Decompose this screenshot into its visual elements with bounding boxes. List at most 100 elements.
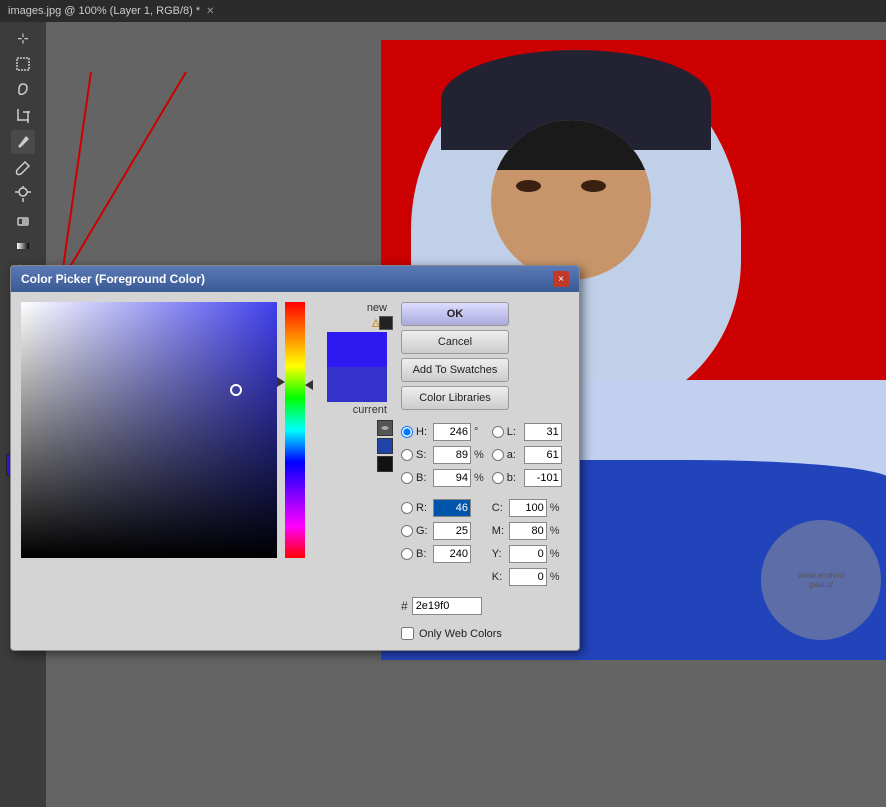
ok-button[interactable]: OK <box>401 302 509 326</box>
b-lab-row: b: <box>492 468 562 488</box>
hsb-rgb-column: H: ° S: % <box>401 422 484 587</box>
m-row: M: % <box>492 521 562 541</box>
y-unit: % <box>550 548 560 560</box>
l-input[interactable] <box>524 423 562 441</box>
m-label: M: <box>492 525 506 537</box>
new-color-swatch[interactable] <box>327 332 387 367</box>
brightness-row: B: % <box>401 468 484 488</box>
saturation-unit: % <box>474 449 484 461</box>
red-radio[interactable] <box>401 502 413 514</box>
saturation-row: S: % <box>401 445 484 465</box>
web-colors-row: Only Web Colors <box>401 627 562 640</box>
a-radio[interactable] <box>492 449 504 461</box>
y-input[interactable] <box>509 545 547 563</box>
green-radio[interactable] <box>401 525 413 537</box>
red-row: R: <box>401 498 484 518</box>
hue-label: H: <box>416 426 430 438</box>
saturation-label: S: <box>416 449 430 461</box>
svg-text:!: ! <box>375 321 376 326</box>
red-label: R: <box>416 502 430 514</box>
web-colors-checkbox[interactable] <box>401 627 414 640</box>
crop-tool[interactable] <box>11 104 35 128</box>
c-label: C: <box>492 502 506 514</box>
canvas-overlay-svg <box>46 22 416 302</box>
color-picker-dialog: Color Picker (Foreground Color) × new <box>10 265 580 651</box>
hue-radio[interactable] <box>401 426 413 438</box>
hue-input[interactable] <box>433 423 471 441</box>
color-preview-section: new ! current <box>313 302 393 640</box>
lab-cmyk-column: L: a: b: <box>492 422 562 587</box>
a-row: a: <box>492 445 562 465</box>
red-input[interactable] <box>433 499 471 517</box>
b-lab-label: b: <box>507 472 521 484</box>
m-input[interactable] <box>509 522 547 540</box>
c-unit: % <box>550 502 560 514</box>
dialog-body: new ! current <box>11 292 579 650</box>
color-gradient-picker[interactable] <box>21 302 277 640</box>
new-color-label: new <box>367 302 387 314</box>
hex-input[interactable] <box>412 597 482 615</box>
hue-slider[interactable] <box>285 302 305 558</box>
warning-icon: ! <box>369 319 377 327</box>
window-title: images.jpg @ 100% (Layer 1, RGB/8) * <box>8 5 200 17</box>
blue-label: B: <box>416 548 430 560</box>
a-input[interactable] <box>524 446 562 464</box>
k-input[interactable] <box>509 568 547 586</box>
color-libraries-button[interactable]: Color Libraries <box>401 386 509 410</box>
current-color-swatch[interactable] <box>327 367 387 402</box>
saturation-radio[interactable] <box>401 449 413 461</box>
c-input[interactable] <box>509 499 547 517</box>
color-mode-icon-1[interactable] <box>377 420 393 436</box>
hue-right-arrow <box>305 380 313 390</box>
hue-unit: ° <box>474 426 478 438</box>
blue-row: B: <box>401 544 484 564</box>
b-lab-input[interactable] <box>524 469 562 487</box>
brightness-label: B: <box>416 472 430 484</box>
hex-label: # <box>401 599 408 613</box>
inputs-section: H: ° S: % <box>401 422 562 587</box>
brightness-unit: % <box>474 472 484 484</box>
cancel-button[interactable]: Cancel <box>401 330 509 354</box>
action-buttons: OK Cancel Add To Swatches Color Librarie… <box>401 302 562 410</box>
k-label: K: <box>492 571 506 583</box>
add-to-swatches-button[interactable]: Add To Swatches <box>401 358 509 382</box>
gradient-tool[interactable] <box>11 234 35 258</box>
l-radio[interactable] <box>492 426 504 438</box>
y-row: Y: % <box>492 544 562 564</box>
color-picker-cursor <box>230 384 242 396</box>
green-row: G: <box>401 521 484 541</box>
k-unit: % <box>550 571 560 583</box>
move-tool[interactable]: ⊹ <box>11 26 35 50</box>
right-panel: OK Cancel Add To Swatches Color Librarie… <box>401 302 562 640</box>
b-lab-radio[interactable] <box>492 472 504 484</box>
brightness-radio[interactable] <box>401 472 413 484</box>
tab-close-button[interactable]: ✕ <box>206 6 214 17</box>
green-input[interactable] <box>433 522 471 540</box>
web-colors-label: Only Web Colors <box>419 628 502 640</box>
k-row: K: % <box>492 567 562 587</box>
clone-tool[interactable] <box>11 182 35 206</box>
brightness-input[interactable] <box>433 469 471 487</box>
hue-row: H: ° <box>401 422 484 442</box>
lasso-tool[interactable] <box>11 78 35 102</box>
color-mode-icon-3[interactable] <box>377 456 393 472</box>
blue-input[interactable] <box>433 545 471 563</box>
blue-radio[interactable] <box>401 548 413 560</box>
hue-left-arrow <box>277 377 285 387</box>
color-mode-icons <box>377 420 393 472</box>
l-label: L: <box>507 426 521 438</box>
m-unit: % <box>550 525 560 537</box>
color-mode-icon-2[interactable] <box>377 438 393 454</box>
c-row: C: % <box>492 498 562 518</box>
dialog-close-button[interactable]: × <box>553 271 569 287</box>
saturation-input[interactable] <box>433 446 471 464</box>
color-cube-icon[interactable] <box>379 316 393 330</box>
green-label: G: <box>416 525 430 537</box>
brush-tool[interactable] <box>11 156 35 180</box>
marquee-tool[interactable] <box>11 52 35 76</box>
eyedropper-tool[interactable] <box>11 130 35 154</box>
eraser-tool[interactable] <box>11 208 35 232</box>
y-label: Y: <box>492 548 506 560</box>
top-bar: images.jpg @ 100% (Layer 1, RGB/8) * ✕ <box>0 0 886 22</box>
l-row: L: <box>492 422 562 442</box>
